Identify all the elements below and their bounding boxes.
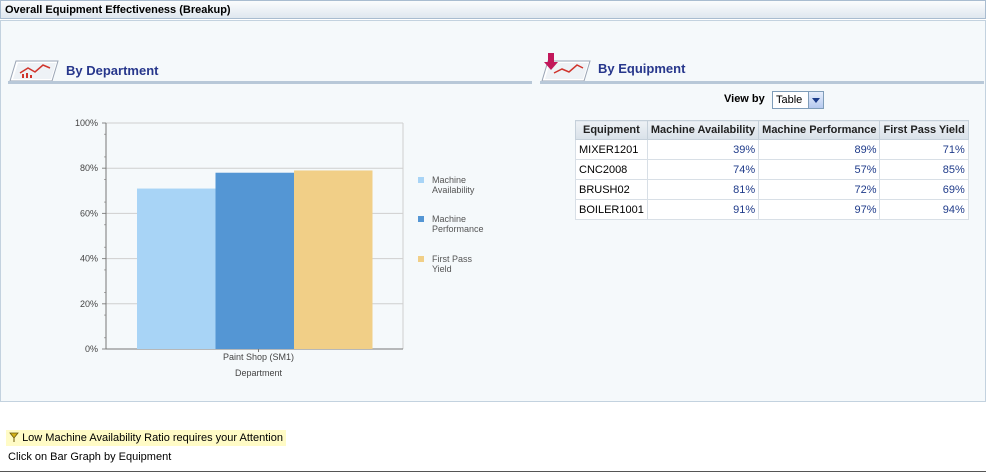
legend-item: First Pass Yield	[418, 254, 492, 274]
y-tick-label: 100%	[75, 118, 98, 128]
bottom-divider	[0, 471, 986, 472]
legend-item: Machine Availability	[418, 175, 492, 195]
equipment-section-title: By Equipment	[598, 61, 686, 76]
y-tick-label: 20%	[80, 299, 98, 309]
performance-cell: 89%	[758, 139, 881, 160]
equipment-cell: BRUSH02	[575, 179, 648, 200]
x-category-label: Paint Shop (SM1)	[223, 352, 294, 362]
availability-cell: 74%	[646, 159, 760, 180]
attention-alert[interactable]: Low Machine Availability Ratio requires …	[6, 430, 286, 446]
column-header-machine-performance[interactable]: Machine Performance	[758, 120, 881, 140]
availability-cell: 81%	[646, 179, 760, 200]
performance-cell: 72%	[758, 179, 881, 200]
equipment-cell: BOILER1001	[575, 199, 648, 220]
y-tick-label: 60%	[80, 208, 98, 218]
table-row[interactable]: MIXER1201 39% 89% 71%	[575, 139, 969, 160]
first-pass-yield-cell: 69%	[879, 179, 969, 200]
y-tick-label: 40%	[80, 254, 98, 264]
y-tick-label: 80%	[80, 163, 98, 173]
column-header-first-pass-yield[interactable]: First Pass Yield	[879, 120, 969, 140]
flag-icon	[9, 432, 19, 448]
legend-swatch	[418, 177, 424, 183]
department-divider	[8, 81, 532, 84]
y-tick-label: 0%	[85, 344, 98, 354]
performance-cell: 57%	[758, 159, 881, 180]
alert-text: Low Machine Availability Ratio requires …	[22, 432, 283, 444]
legend-swatch	[418, 216, 424, 222]
performance-cell: 97%	[758, 199, 881, 220]
window-title: Overall Equipment Effectiveness (Breakup…	[0, 0, 986, 19]
equipment-table: Equipment Machine Availability Machine P…	[575, 120, 969, 220]
first-pass-yield-cell: 94%	[879, 199, 969, 220]
table-row[interactable]: BRUSH02 81% 72% 69%	[575, 179, 969, 200]
view-by-label: View by	[724, 93, 765, 105]
legend-label: First Pass Yield	[432, 254, 473, 274]
department-bar-chart: 0% 20% 40% 60% 80% 100% Paint Shop (SM1) Depart…	[75, 118, 404, 378]
legend-item: Machine Performance	[418, 214, 492, 234]
department-section-title: By Department	[66, 63, 159, 78]
x-axis-title: Department	[235, 368, 283, 378]
equipment-cell: CNC2008	[575, 159, 648, 180]
availability-cell: 91%	[646, 199, 760, 220]
table-row[interactable]: CNC2008 74% 57% 85%	[575, 159, 969, 180]
legend-label: Machine Availability	[432, 175, 475, 195]
legend-swatch	[418, 256, 424, 262]
bar-first-pass-yield	[294, 170, 373, 349]
column-header-equipment[interactable]: Equipment	[575, 120, 648, 140]
bar-machine-availability	[137, 188, 216, 349]
chevron-down-icon[interactable]	[808, 92, 823, 108]
equipment-cell: MIXER1201	[575, 139, 648, 160]
table-header-row: Equipment Machine Availability Machine P…	[575, 120, 969, 140]
view-by-value: Table	[776, 94, 803, 106]
equipment-divider	[540, 81, 984, 84]
first-pass-yield-cell: 85%	[879, 159, 969, 180]
equipment-section-header: By Equipment	[540, 53, 984, 83]
first-pass-yield-cell: 71%	[879, 139, 969, 160]
chart-hint: Click on Bar Graph by Equipment	[8, 451, 172, 463]
availability-cell: 39%	[646, 139, 760, 160]
legend-label: Machine Performance	[432, 214, 484, 234]
bar-machine-performance	[215, 172, 294, 349]
column-header-machine-availability[interactable]: Machine Availability	[646, 120, 760, 140]
table-row[interactable]: BOILER1001 91% 97% 94%	[575, 199, 969, 220]
view-by-select[interactable]: Table	[772, 91, 824, 109]
